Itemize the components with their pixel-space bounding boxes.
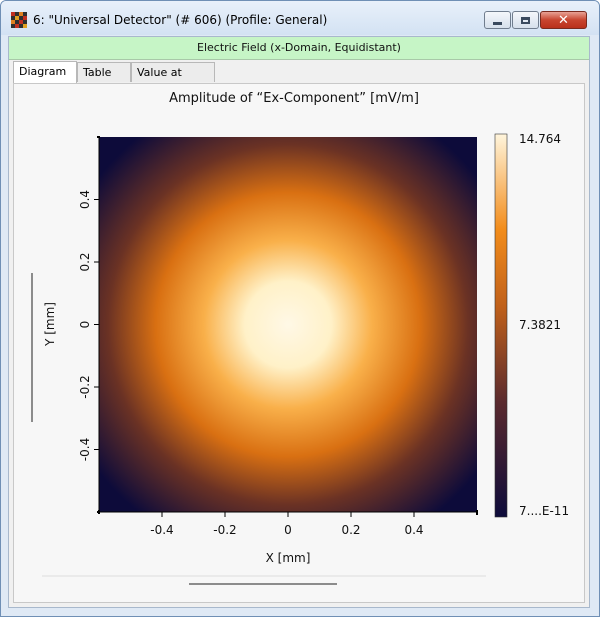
heatmap-chart[interactable]: Amplitude of “Ex-Component” [mV/m] -0.4-… bbox=[14, 84, 584, 602]
colorbar-max-label: 14.764 bbox=[519, 132, 561, 146]
minimize-button[interactable] bbox=[484, 11, 511, 29]
y-axis-label: Y [mm] bbox=[43, 302, 57, 347]
app-icon bbox=[11, 12, 27, 28]
y-tick-label: -0.4 bbox=[78, 438, 92, 461]
x-tick-label: 0 bbox=[284, 523, 292, 537]
y-tick-label: 0.4 bbox=[78, 190, 92, 209]
tab-diagram[interactable]: Diagram bbox=[13, 61, 77, 83]
detector-window: 6: "Universal Detector" (# 606) (Profile… bbox=[0, 0, 600, 617]
colorbar: 14.764 7.3821 7....E-11 bbox=[494, 132, 569, 518]
y-tick-labels: 0.4 0.2 0 -0.2 -0.4 bbox=[78, 190, 99, 461]
title-bar[interactable]: 6: "Universal Detector" (# 606) (Profile… bbox=[1, 1, 599, 35]
colorbar-min-label: 7....E-11 bbox=[519, 504, 569, 518]
close-icon: ✕ bbox=[558, 12, 569, 28]
y-tick-label: 0.2 bbox=[78, 252, 92, 271]
chart-title: Amplitude of “Ex-Component” [mV/m] bbox=[169, 91, 419, 106]
window-title: 6: "Universal Detector" (# 606) (Profile… bbox=[33, 13, 328, 27]
x-tick-label: -0.4 bbox=[150, 523, 173, 537]
x-tick-label: 0.2 bbox=[341, 523, 360, 537]
window-client-area: Electric Field (x-Domain, Equidistant) D… bbox=[8, 36, 590, 608]
tab-table[interactable]: Table bbox=[77, 62, 131, 82]
x-tick-label: -0.2 bbox=[213, 523, 236, 537]
x-tick-labels: -0.4 -0.2 0 0.2 0.4 bbox=[150, 512, 424, 537]
y-tick-label: 0 bbox=[78, 321, 92, 329]
close-button[interactable]: ✕ bbox=[540, 11, 587, 29]
plot-area bbox=[97, 136, 478, 515]
colorbar-mid-label: 7.3821 bbox=[519, 318, 561, 332]
diagram-panel: Amplitude of “Ex-Component” [mV/m] -0.4-… bbox=[13, 83, 585, 603]
tab-value-at[interactable]: Value at (x,y) bbox=[131, 62, 215, 99]
colorbar-scale bbox=[494, 133, 508, 518]
field-intensity-region bbox=[99, 137, 477, 512]
maximize-icon bbox=[521, 16, 530, 24]
x-tick-label: 0.4 bbox=[404, 523, 423, 537]
field-type-header: Electric Field (x-Domain, Equidistant) bbox=[9, 37, 589, 60]
minimize-icon bbox=[493, 21, 502, 25]
y-tick-label: -0.2 bbox=[78, 375, 92, 398]
maximize-button[interactable] bbox=[512, 11, 539, 29]
x-axis-label: X [mm] bbox=[266, 551, 311, 565]
